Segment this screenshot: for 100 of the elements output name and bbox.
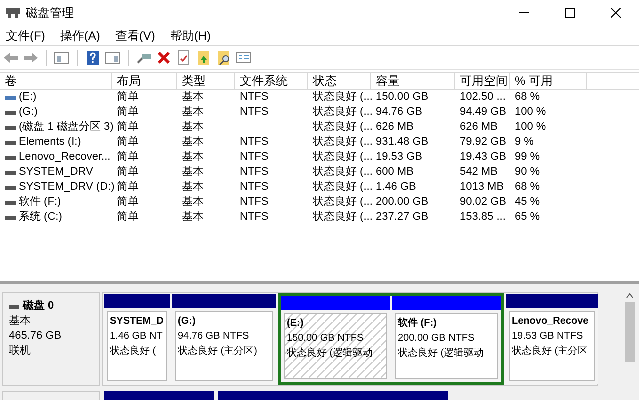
- drive-icon: [5, 186, 16, 190]
- maximize-icon[interactable]: [565, 8, 575, 18]
- drive-icon: [5, 96, 16, 100]
- table-cell: 简单: [117, 135, 139, 150]
- drive-icon: [5, 140, 16, 144]
- table-cell: Lenovo_Recover...: [19, 150, 111, 165]
- table-cell: 基本: [182, 120, 204, 135]
- check-document-icon[interactable]: [176, 50, 192, 66]
- table-cell: 94.76 GB: [376, 105, 422, 120]
- table-cell: 150.00 GB: [376, 90, 429, 105]
- table-cell: NTFS: [240, 135, 269, 150]
- scroll-up-icon[interactable]: [626, 292, 634, 300]
- table-cell: 基本: [182, 90, 204, 105]
- disk-name: 磁盘 0: [23, 299, 54, 314]
- column-header[interactable]: 类型: [177, 73, 235, 89]
- table-cell: 状态良好 (...: [313, 195, 373, 210]
- partition-block[interactable]: SYSTEM_D 1.46 GB NT 状态良好 (: [104, 308, 170, 384]
- table-cell: NTFS: [240, 90, 269, 105]
- table-cell: 简单: [117, 150, 139, 165]
- table-cell: 1.46 GB: [376, 180, 416, 195]
- table-cell: 45 %: [515, 195, 540, 210]
- partition-size: 1.46 GB NT: [110, 330, 164, 344]
- partition-block[interactable]: 软件 (F:) 200.00 GB NTFS 状态良好 (逻辑驱动: [392, 310, 501, 382]
- table-cell: 237.27 GB: [376, 210, 429, 225]
- table-cell: 简单: [117, 210, 139, 225]
- panel-icon[interactable]: [54, 50, 70, 66]
- disk-info-panel[interactable]: 磁盘 0 基本 465.76 GB 联机: [2, 292, 100, 386]
- table-cell: 状态良好 (...: [313, 165, 373, 180]
- partition-name: (G:): [178, 315, 197, 329]
- table-cell: Elements (I:): [19, 135, 82, 150]
- table-cell: 79.92 GB: [460, 135, 506, 150]
- table-cell: 基本: [182, 180, 204, 195]
- table-cell: 600 MB: [376, 165, 414, 180]
- table-cell: NTFS: [240, 165, 269, 180]
- table-cell: 基本: [182, 150, 204, 165]
- partition-status: 状态良好 (逻辑驱动: [287, 346, 374, 361]
- table-cell: (E:): [19, 90, 37, 105]
- menu-item[interactable]: 帮助(H): [170, 26, 211, 44]
- properties-icon[interactable]: [236, 50, 252, 66]
- disk-management-icon: [6, 7, 20, 19]
- partition-status: 状态良好 (主分区: [512, 344, 590, 359]
- table-cell: 简单: [117, 195, 139, 210]
- table-cell: 99 %: [515, 150, 540, 165]
- partition-size: 150.00 GB NTFS: [287, 332, 365, 346]
- table-cell: 软件 (F:): [19, 195, 62, 210]
- menu-item[interactable]: 文件(F): [6, 26, 46, 44]
- menu-item[interactable]: 查看(V): [115, 26, 156, 44]
- disk-type: 基本: [9, 314, 32, 329]
- help-icon[interactable]: [85, 50, 101, 66]
- table-cell: 68 %: [515, 180, 540, 195]
- partition-status: 状态良好 (主分区): [178, 344, 258, 359]
- table-cell: 状态良好 (...: [313, 150, 373, 165]
- column-header[interactable]: 布局: [112, 73, 177, 89]
- table-cell: 状态良好 (...: [313, 120, 373, 135]
- table-cell: 基本: [182, 195, 204, 210]
- table-cell: NTFS: [240, 180, 269, 195]
- table-cell: 68 %: [515, 90, 540, 105]
- partition-status: 状态良好 (逻辑驱动: [398, 346, 486, 361]
- table-cell: NTFS: [240, 105, 269, 120]
- disk-status: 联机: [9, 344, 32, 359]
- table-cell: 状态良好 (...: [313, 210, 373, 225]
- drive-icon: [5, 156, 16, 160]
- table-cell: 931.48 GB: [376, 135, 429, 150]
- partition-size: 19.53 GB NTFS: [512, 330, 584, 344]
- column-header[interactable]: 可用空间: [455, 73, 510, 89]
- table-cell: 9 %: [515, 135, 534, 150]
- table-cell: 状态良好 (...: [313, 105, 373, 120]
- partition-block[interactable]: (E:) 150.00 GB NTFS 状态良好 (逻辑驱动: [281, 310, 390, 382]
- table-cell: 153.85 ...: [460, 210, 506, 225]
- table-cell: SYSTEM_DRV (D:): [19, 180, 115, 195]
- table-cell: 1013 MB: [460, 180, 504, 195]
- table-cell: 90.02 GB: [460, 195, 506, 210]
- table-cell: 100 %: [515, 105, 546, 120]
- folder-search-icon[interactable]: [216, 50, 232, 66]
- partition-name: (E:): [287, 317, 305, 331]
- menu-item[interactable]: 操作(A): [60, 26, 100, 44]
- table-cell: 200.00 GB: [376, 195, 429, 210]
- partition-block[interactable]: Lenovo_Recove 19.53 GB NTFS 状态良好 (主分区: [506, 308, 598, 384]
- column-header[interactable]: 文件系统: [235, 73, 308, 89]
- column-header[interactable]: 容量: [371, 73, 455, 89]
- panel-icon[interactable]: [105, 50, 121, 66]
- folder-up-icon[interactable]: [196, 50, 212, 66]
- table-cell: 65 %: [515, 210, 540, 225]
- delete-icon[interactable]: [156, 50, 172, 66]
- drive-icon: [5, 170, 16, 174]
- column-header[interactable]: 卷: [0, 73, 112, 89]
- table-cell: 简单: [117, 165, 139, 180]
- column-header[interactable]: % 可用: [510, 73, 587, 89]
- table-cell: 94.49 GB: [460, 105, 506, 120]
- table-cell: 102.50 ...: [460, 90, 506, 105]
- partition-block[interactable]: (G:) 94.76 GB NTFS 状态良好 (主分区): [172, 308, 276, 384]
- table-cell: 基本: [182, 105, 204, 120]
- partition-name: SYSTEM_D: [110, 315, 164, 329]
- close-icon[interactable]: [611, 8, 621, 18]
- table-cell: 626 MB: [460, 120, 498, 135]
- disk-size: 465.76 GB: [9, 329, 63, 344]
- table-cell: 542 MB: [460, 165, 498, 180]
- partition-name: 软件 (F:): [398, 316, 438, 331]
- column-header[interactable]: 状态: [308, 73, 371, 89]
- partition-size: 200.00 GB NTFS: [398, 332, 476, 346]
